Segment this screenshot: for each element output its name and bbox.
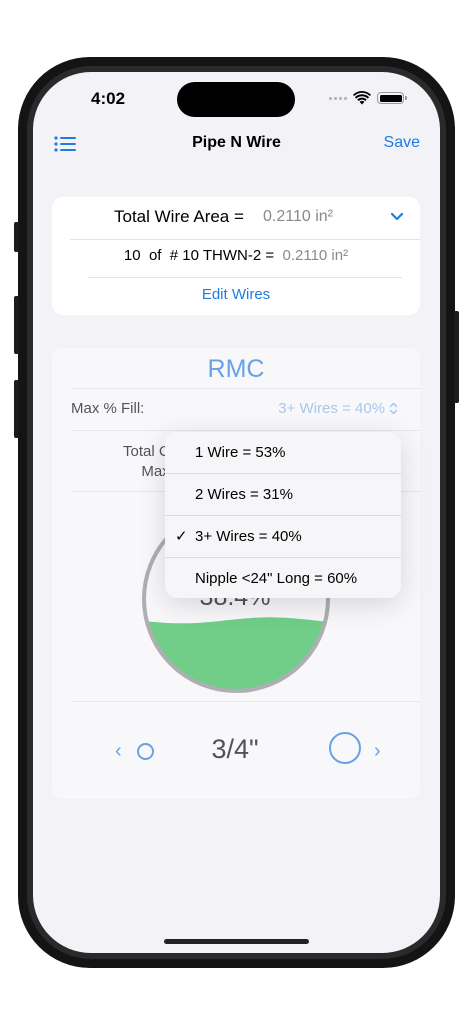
total-capacity-line1: Total C [123, 443, 170, 460]
fill-level [144, 617, 328, 691]
total-capacity-line2: Max [141, 463, 170, 480]
conduit-type[interactable]: RMC [52, 355, 420, 384]
wire-of: of [148, 247, 162, 264]
status-time: 4:02 [91, 89, 126, 108]
home-indicator [164, 939, 309, 944]
volume-up-button [14, 296, 19, 354]
total-wire-area-label: Total Wire Area = [114, 207, 244, 226]
dynamic-island [177, 82, 295, 117]
total-wire-area-value: 0.2110 in² [263, 208, 333, 225]
chevron-right-icon[interactable]: › [374, 740, 381, 763]
menu-item-label: Nipple <24" Long = 60% [195, 570, 358, 587]
menu-item-label: 1 Wire = 53% [195, 444, 286, 461]
screen: 4:02 Pipe N Wire Save Total Wire Area = … [33, 72, 440, 953]
power-button [454, 311, 459, 403]
conduit-size: 3/4" [211, 734, 259, 764]
menu-item-2-wires[interactable]: 2 Wires = 31% [165, 474, 401, 515]
menu-item-nipple[interactable]: Nipple <24" Long = 60% [165, 558, 401, 598]
wire-area: 0.2110 in² [282, 247, 349, 264]
checkmark-icon: ✓ [175, 528, 188, 545]
volume-down-button [14, 380, 19, 438]
divider [88, 277, 402, 278]
wire-summary-card: Total Wire Area = 0.2110 in² 10 of # 10 … [52, 197, 420, 315]
save-button[interactable]: Save [384, 134, 420, 152]
next-size-button[interactable] [329, 732, 361, 764]
max-fill-select[interactable]: 3+ Wires = 40% [278, 400, 398, 417]
wire-row: 10 of # 10 THWN-2 = 0.2110 in² [52, 247, 420, 264]
silent-switch [14, 222, 19, 252]
edit-wires-button[interactable]: Edit Wires [52, 286, 420, 303]
max-fill-value: 3+ Wires = 40% [278, 400, 385, 417]
divider [71, 701, 420, 702]
wifi-icon [353, 91, 371, 105]
total-wire-area-row[interactable]: Total Wire Area = 0.2110 in² [52, 197, 420, 239]
chevron-up-down-icon [389, 402, 398, 415]
divider [71, 430, 420, 431]
wire-spec: # 10 THWN-2 = [169, 247, 275, 264]
cellular-signal-icon [329, 96, 347, 100]
divider [71, 388, 420, 389]
wire-count: 10 [123, 247, 141, 264]
menu-item-1-wire[interactable]: 1 Wire = 53% [165, 432, 401, 473]
divider [70, 239, 420, 240]
battery-icon [377, 92, 407, 104]
status-icons [329, 91, 407, 105]
menu-item-label: 2 Wires = 31% [195, 486, 293, 503]
max-fill-label: Max % Fill: [71, 400, 145, 417]
max-fill-menu: 1 Wire = 53% 2 Wires = 31% ✓ 3+ Wires = … [165, 432, 401, 598]
total-capacity-label: Total C Max [123, 442, 170, 482]
menu-item-3plus-wires[interactable]: ✓ 3+ Wires = 40% [165, 516, 401, 557]
nav-title: Pipe N Wire [192, 134, 281, 151]
chevron-down-icon[interactable] [390, 212, 404, 222]
menu-item-label: 3+ Wires = 40% [195, 528, 302, 545]
